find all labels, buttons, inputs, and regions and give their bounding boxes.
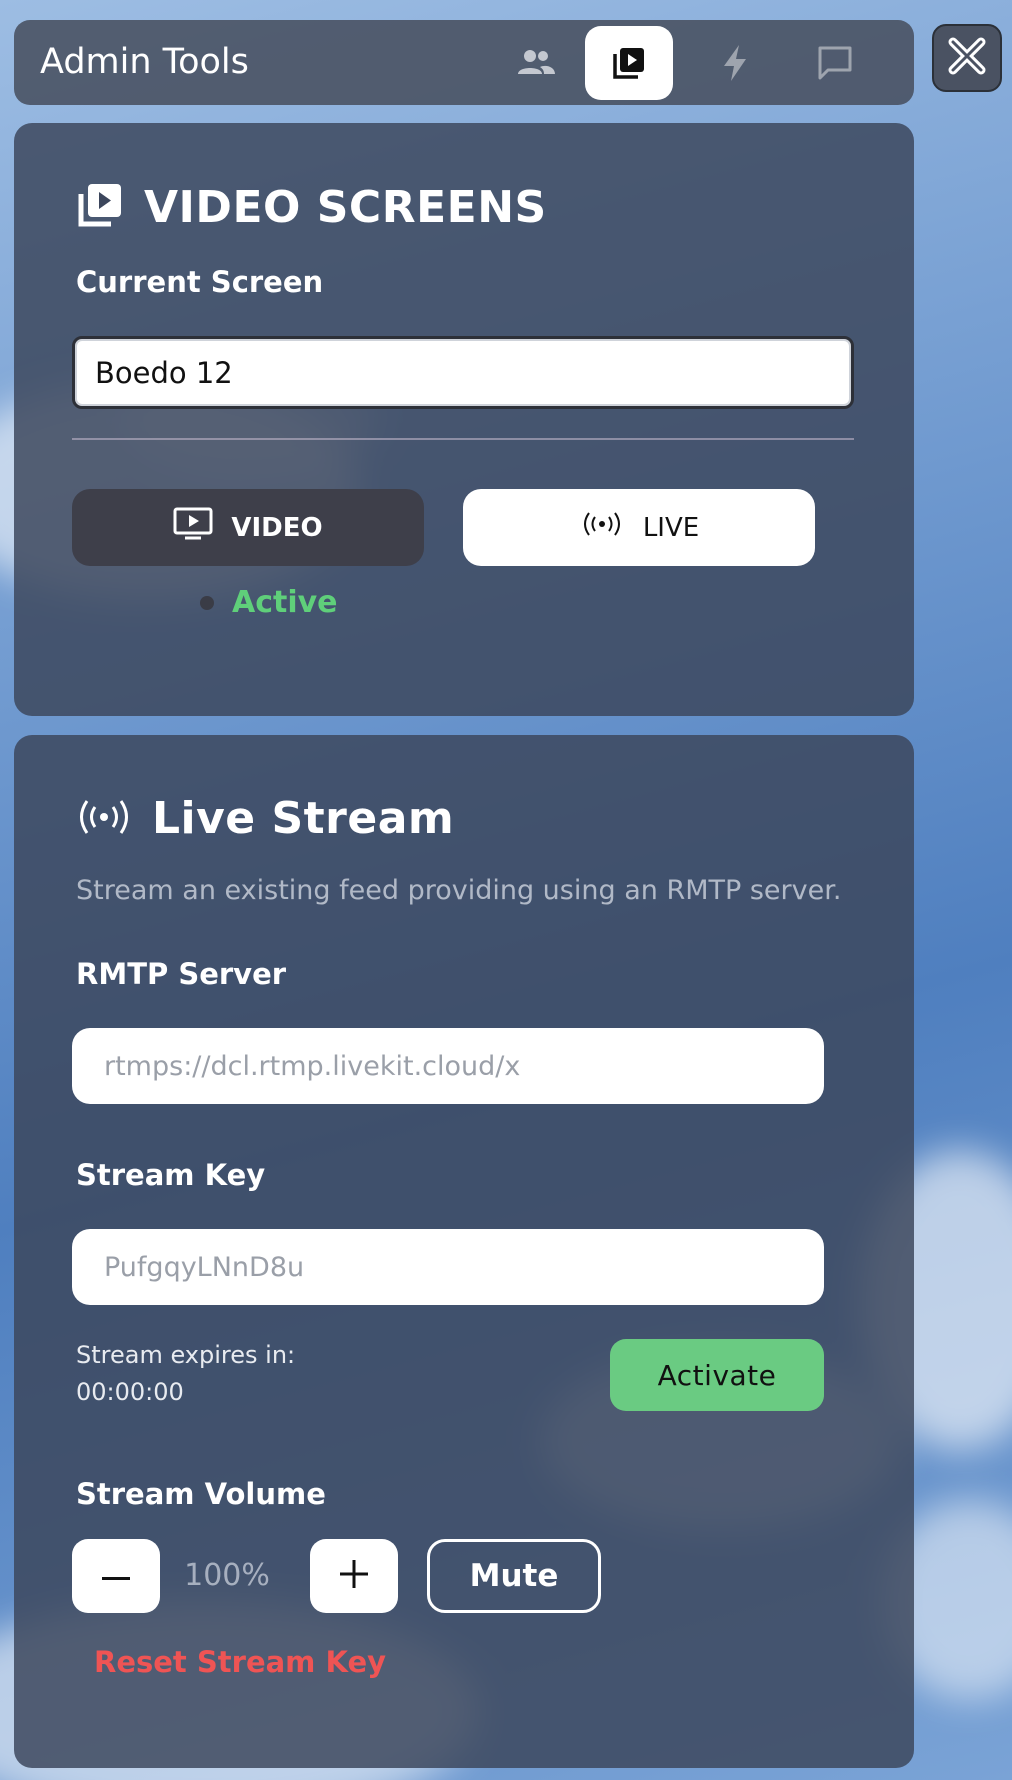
panel-title: Live Stream xyxy=(152,793,455,844)
rmtp-server-label: RMTP Server xyxy=(76,957,287,991)
video-mode-button[interactable]: VIDEO xyxy=(72,489,424,566)
current-screen-label: Current Screen xyxy=(76,265,324,299)
current-screen-select[interactable]: Boedo 12 xyxy=(72,336,854,409)
close-button[interactable] xyxy=(932,24,1002,92)
status-indicator: Active xyxy=(200,585,338,620)
volume-value: 100% xyxy=(184,1558,270,1593)
app-title: Admin Tools xyxy=(40,42,249,82)
video-mode-label: VIDEO xyxy=(231,512,323,543)
live-stream-panel: Live Stream Stream an existing feed prov… xyxy=(14,735,914,1768)
activate-button[interactable]: Activate xyxy=(610,1339,824,1411)
plus-icon xyxy=(340,1560,368,1592)
chat-icon xyxy=(816,45,854,81)
live-stream-description: Stream an existing feed providing using … xyxy=(76,875,842,906)
monitor-play-icon xyxy=(173,507,213,548)
live-mode-button[interactable]: LIVE xyxy=(463,489,815,566)
mute-button[interactable]: Mute xyxy=(427,1539,601,1613)
status-dot xyxy=(200,595,214,610)
current-screen-value: Boedo 12 xyxy=(95,355,233,390)
live-mode-label: LIVE xyxy=(642,512,700,543)
panel-title: VIDEO SCREENS xyxy=(144,181,547,233)
stream-key-input[interactable] xyxy=(72,1229,824,1305)
stream-volume-label: Stream Volume xyxy=(76,1477,326,1511)
video-library-icon xyxy=(76,181,124,233)
video-library-icon xyxy=(611,45,647,81)
stream-expires-label: Stream expires in: xyxy=(76,1341,296,1369)
status-text: Active xyxy=(232,585,338,620)
tab-actions[interactable] xyxy=(691,26,779,100)
reset-stream-key-link[interactable]: Reset Stream Key xyxy=(94,1645,386,1679)
lightning-icon xyxy=(720,44,750,82)
broadcast-icon xyxy=(76,797,132,841)
stream-expiry: Stream expires in: 00:00:00 xyxy=(76,1337,295,1411)
stream-key-label: Stream Key xyxy=(76,1158,266,1192)
video-screens-panel: VIDEO SCREENS Current Screen Boedo 12 VI… xyxy=(14,123,914,716)
live-stream-heading: Live Stream xyxy=(76,793,454,844)
tab-users[interactable] xyxy=(492,26,580,100)
stream-expires-value: 00:00:00 xyxy=(76,1378,184,1406)
rmtp-server-input[interactable] xyxy=(72,1028,824,1104)
tab-video-screens[interactable] xyxy=(585,26,673,100)
minus-icon xyxy=(102,1567,130,1586)
volume-down-button[interactable] xyxy=(72,1539,160,1613)
broadcast-icon xyxy=(579,510,625,545)
top-bar: Admin Tools xyxy=(14,20,914,105)
tab-chat[interactable] xyxy=(791,26,879,100)
close-icon xyxy=(947,36,987,80)
divider xyxy=(72,438,854,440)
users-icon xyxy=(516,48,556,78)
video-screens-heading: VIDEO SCREENS xyxy=(76,181,547,233)
volume-up-button[interactable] xyxy=(310,1539,398,1613)
